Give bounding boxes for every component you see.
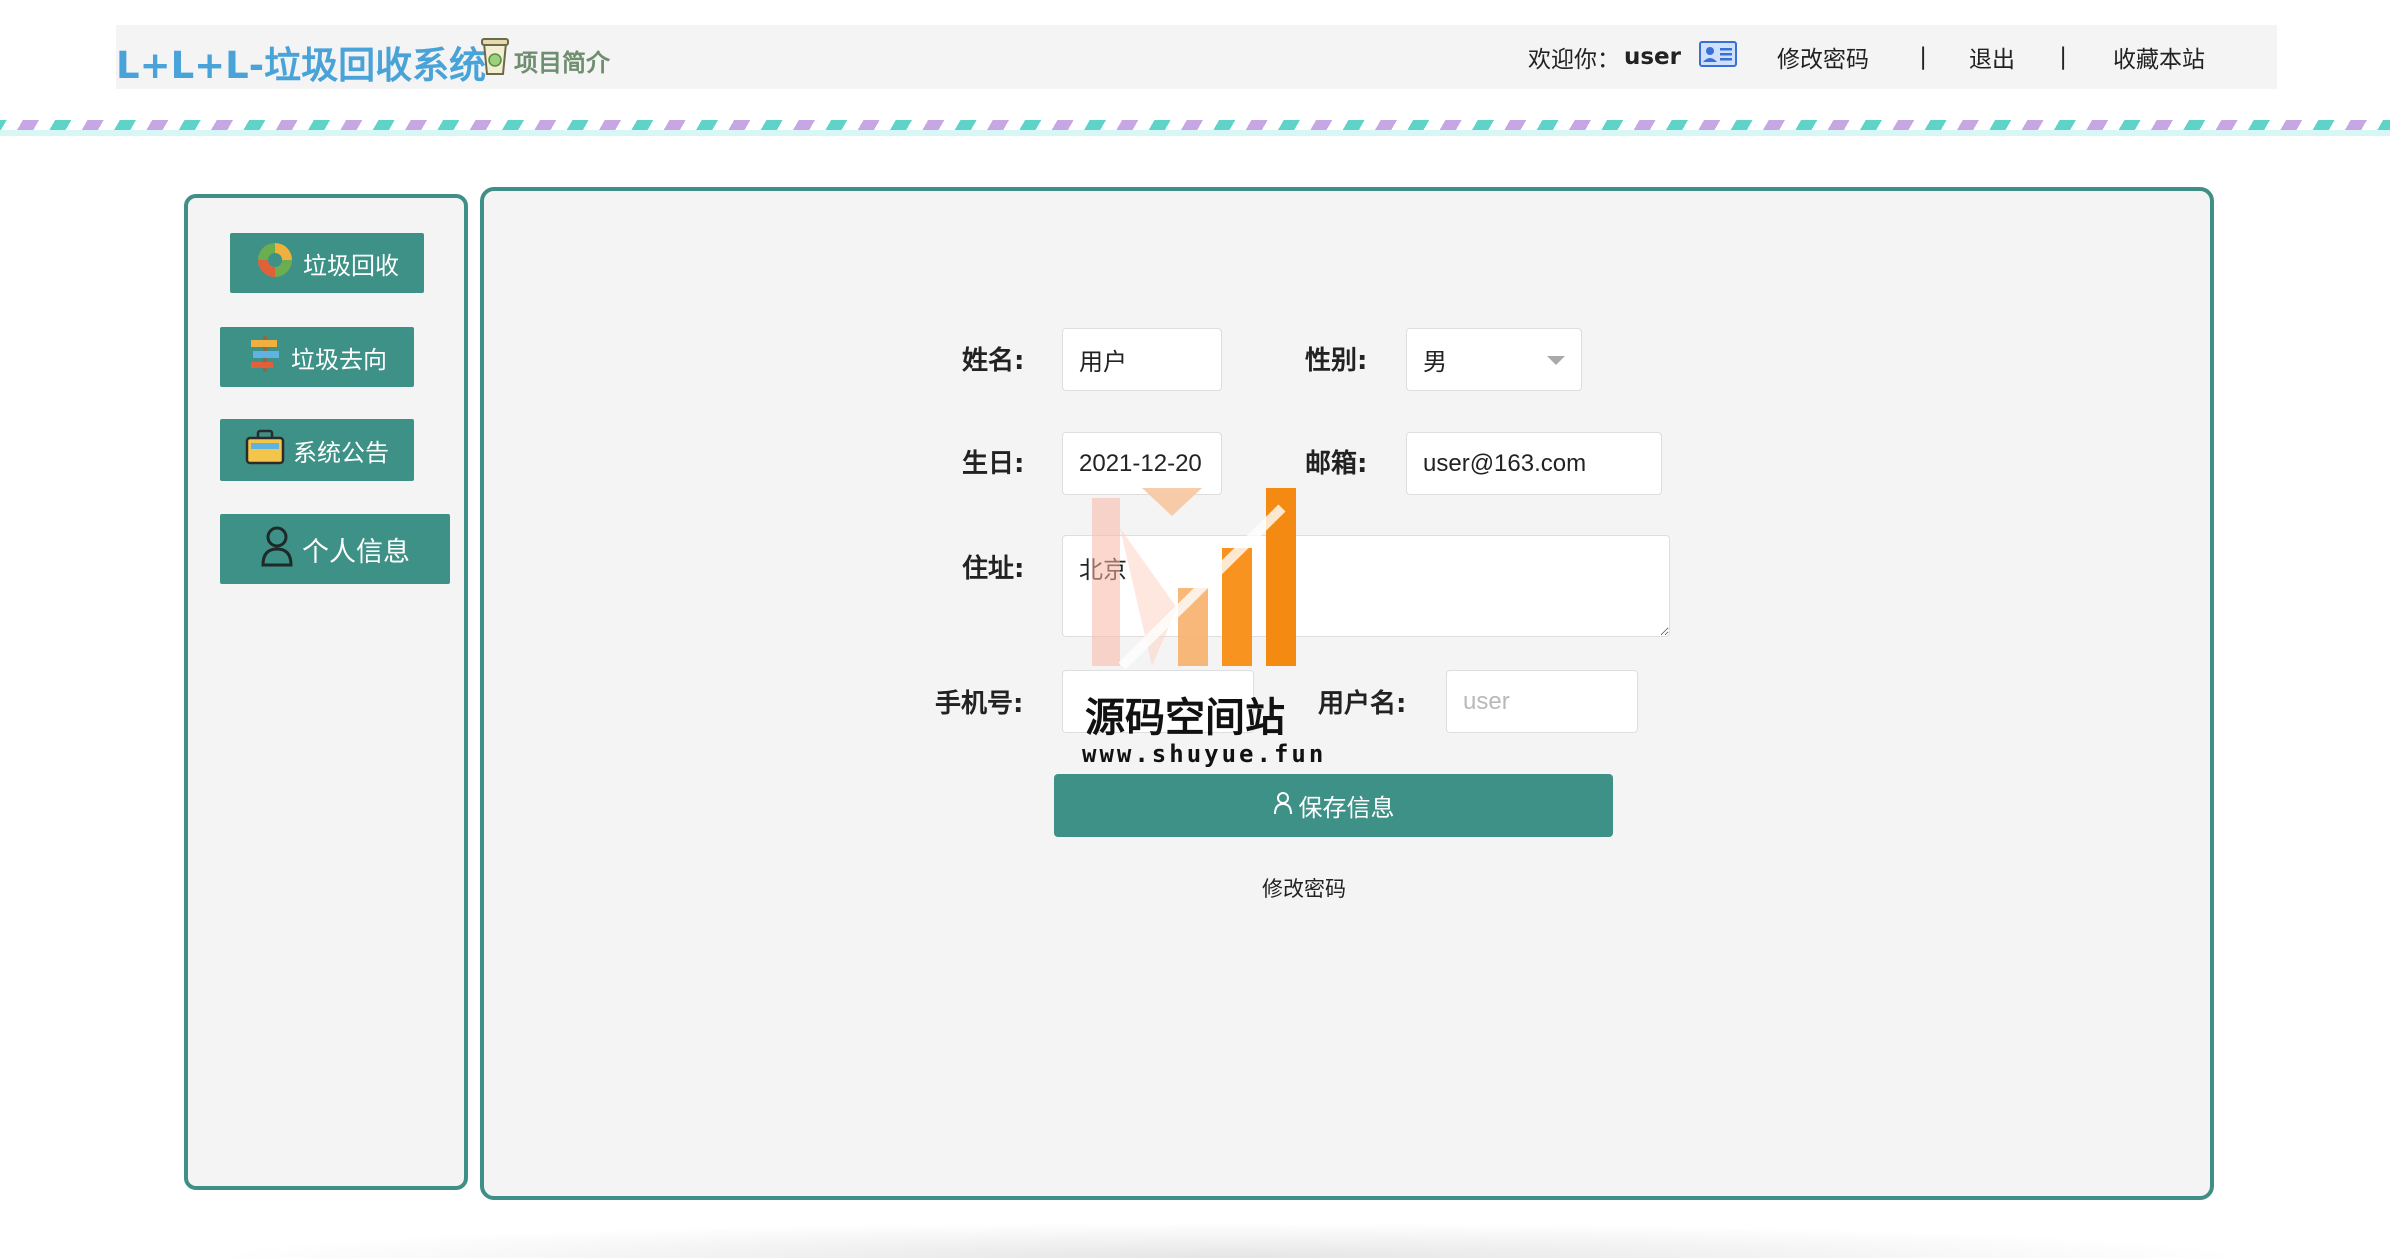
email-input[interactable] (1406, 432, 1662, 495)
gender-selected-value: 男 (1423, 349, 1447, 376)
gender-label: 性别: (1305, 346, 1368, 376)
save-info-button[interactable]: 保存信息 (1054, 774, 1613, 837)
user-icon (1273, 791, 1293, 821)
bookmark-link[interactable]: 收藏本站 (2113, 40, 2205, 74)
sidebar-item-label: 个人信息 (302, 536, 410, 568)
gender-select[interactable]: 男 (1406, 328, 1582, 391)
name-input[interactable] (1062, 328, 1222, 391)
phone-label: 手机号: (935, 689, 1024, 719)
current-username: user (1623, 44, 1681, 70)
app-logo[interactable]: L+L+L-垃圾回收系统 (116, 35, 486, 89)
save-info-label: 保存信息 (1298, 794, 1395, 822)
username-label: 用户名: (1318, 689, 1407, 719)
welcome-label: 欢迎你： (1527, 47, 1620, 73)
sidebar-item-recycle[interactable]: 垃圾回收 (230, 233, 424, 293)
briefcase-icon (245, 429, 285, 471)
project-intro-label: 项目简介 (514, 48, 610, 77)
logout-link[interactable]: 退出 (1969, 40, 2015, 74)
username-input[interactable] (1446, 670, 1638, 733)
watermark-title: 源码空间站 (1085, 695, 1285, 741)
sidebar: 垃圾回收 垃圾去向 系统公告 个人信息 (184, 194, 468, 1190)
sidebar-item-label: 垃圾去向 (291, 345, 387, 374)
welcome-text: 欢迎你： user (1528, 40, 1737, 74)
recycle-icon (255, 240, 295, 286)
watermark-url: www.shuyue.fun (1082, 740, 1327, 768)
name-label: 姓名: (962, 346, 1025, 376)
sidebar-item-label: 垃圾回收 (303, 251, 399, 280)
sidebar-item-destination[interactable]: 垃圾去向 (220, 327, 414, 387)
person-icon (260, 525, 294, 574)
airmail-divider (0, 120, 2390, 136)
bottom-shadow (200, 1222, 2260, 1258)
signpost-icon (247, 334, 283, 380)
sidebar-item-profile[interactable]: 个人信息 (220, 514, 450, 584)
chevron-down-icon (1547, 356, 1565, 365)
sidebar-item-label: 系统公告 (293, 438, 389, 467)
project-intro-link[interactable]: 项目简介 (480, 37, 610, 83)
nav-separator: | (2059, 44, 2067, 70)
sidebar-item-announcement[interactable]: 系统公告 (220, 419, 414, 481)
birthday-label: 生日: (962, 449, 1025, 479)
top-header: L+L+L-垃圾回收系统 项目简介 欢迎你： user 修改密码 | 退出 | … (116, 25, 2277, 89)
cup-icon (480, 37, 510, 83)
nav-separator: | (1919, 44, 1927, 70)
change-password-link-form[interactable]: 修改密码 (1262, 873, 1346, 903)
id-card-icon[interactable] (1699, 41, 1737, 73)
change-password-link[interactable]: 修改密码 (1777, 40, 1869, 74)
gender-select-box[interactable]: 男 (1406, 328, 1582, 391)
email-label: 邮箱: (1305, 449, 1368, 479)
birthday-input[interactable] (1062, 432, 1222, 495)
address-label: 住址: (962, 554, 1025, 584)
